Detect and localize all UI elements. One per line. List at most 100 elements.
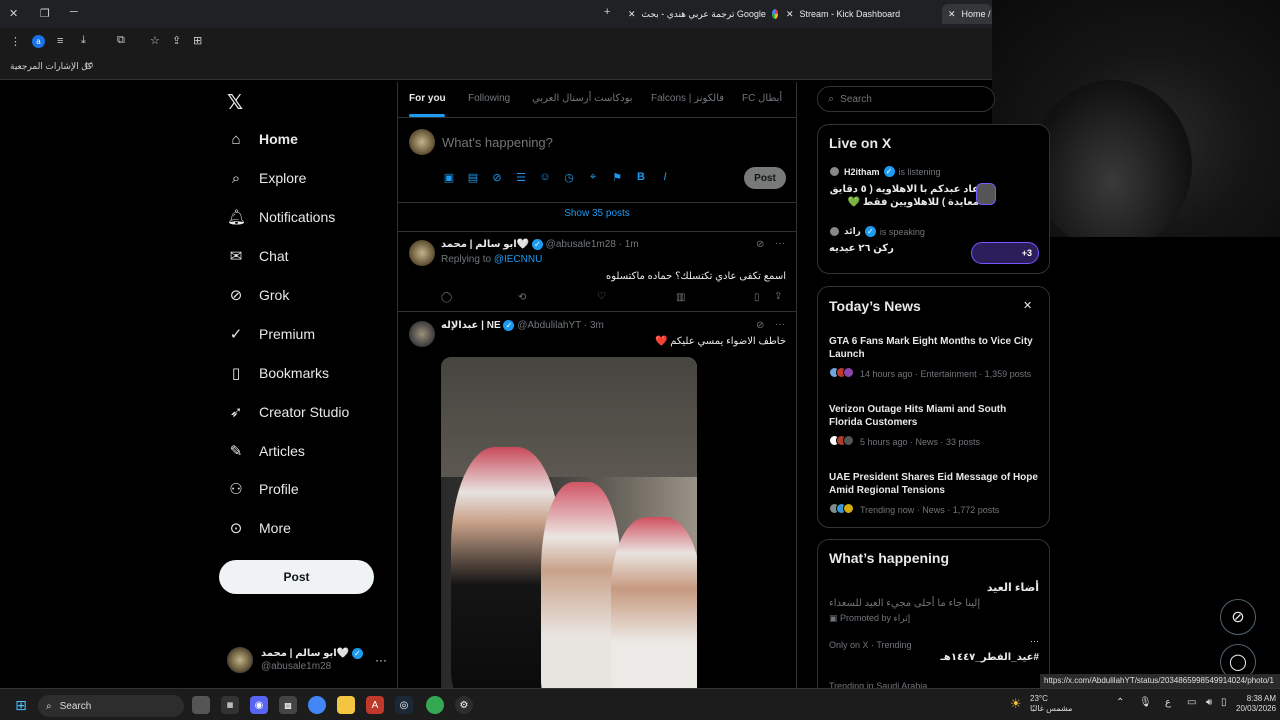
- tweet-time[interactable]: · 1m: [619, 239, 639, 250]
- weather-icon[interactable]: ☀: [1010, 696, 1022, 712]
- account-menu-icon[interactable]: ···: [375, 653, 387, 667]
- acrobat-icon[interactable]: A: [366, 696, 384, 714]
- views-icon[interactable]: ▥: [676, 292, 685, 303]
- retweet-icon[interactable]: ⟲: [518, 292, 526, 303]
- nav-profile[interactable]: ⚇ Profile: [227, 477, 298, 501]
- language-indicator[interactable]: ع: [1165, 697, 1171, 708]
- nav-bookmarks[interactable]: ▯ Bookmarks: [227, 361, 329, 385]
- network-icon[interactable]: ▭: [1187, 697, 1196, 708]
- close-tab-icon[interactable]: ✕: [948, 9, 956, 20]
- close-icon[interactable]: ✕: [1023, 299, 1032, 312]
- more-options-icon[interactable]: ···: [775, 238, 785, 249]
- nav-premium[interactable]: ✓ Premium: [227, 322, 315, 346]
- like-icon[interactable]: ♡: [597, 291, 606, 302]
- taskbar-search[interactable]: ⌕ Search: [38, 695, 184, 717]
- news-headline[interactable]: GTA 6 Fans Mark Eight Months to Vice Cit…: [829, 335, 1039, 361]
- tweet[interactable]: ابو سالم | محمد🤍 ✓ @abusale1m28 · 1m ⊘ ·…: [398, 232, 796, 312]
- steam-icon[interactable]: ◎: [395, 696, 413, 714]
- search-box[interactable]: ⌕: [817, 86, 995, 112]
- minimize-window-icon[interactable]: ─: [70, 6, 78, 18]
- image-icon[interactable]: ▣: [442, 171, 456, 184]
- share-icon[interactable]: ⇪: [774, 291, 782, 302]
- bookmark-icon[interactable]: ▯: [754, 292, 760, 303]
- reply-icon[interactable]: ◯: [441, 292, 452, 303]
- gif-icon[interactable]: ▤: [466, 171, 480, 184]
- close-tab-icon[interactable]: ✕: [786, 9, 794, 20]
- space-speakers[interactable]: +3: [971, 242, 1039, 264]
- account-switcher[interactable]: ابو سالم | محمد🤍 ✓ @abusale1m28 ···: [227, 644, 387, 676]
- tab-falcons[interactable]: Falcons | فالكونز: [651, 93, 724, 104]
- tab-home-x[interactable]: ✕ Home / X: [942, 4, 992, 24]
- grok-icon[interactable]: ⊘: [756, 320, 764, 331]
- tweet[interactable]: عبدالإله | NE ✓ @AbdulilahYT · 3m ⊘ ··· …: [398, 313, 796, 688]
- chrome-icon[interactable]: [308, 696, 326, 714]
- compose-input[interactable]: [442, 135, 742, 150]
- microphone-icon[interactable]: 🎙︎: [1139, 697, 1152, 708]
- tab-following[interactable]: Following: [468, 93, 510, 104]
- share-icon[interactable]: ⇪: [172, 34, 181, 47]
- space-avatar[interactable]: [976, 183, 996, 205]
- tweet-photo[interactable]: [441, 357, 697, 688]
- star-icon[interactable]: ☆: [150, 34, 160, 47]
- post-button[interactable]: Post: [219, 560, 374, 594]
- nav-articles[interactable]: ✎ Articles: [227, 439, 305, 463]
- grok-icon[interactable]: ⊘: [756, 239, 764, 250]
- space-title[interactable]: عاد عبدكم با الاهلاويه ( ٥ دقايق معايدة …: [829, 183, 979, 209]
- emoji-icon[interactable]: ☺: [538, 171, 552, 183]
- avatar[interactable]: [409, 240, 435, 266]
- flag-icon[interactable]: ⚑: [610, 171, 624, 184]
- poll-icon[interactable]: ☰: [514, 171, 528, 184]
- profile-avatar[interactable]: a: [32, 35, 45, 48]
- extensions-icon[interactable]: ⧉: [117, 34, 125, 47]
- new-tab-icon[interactable]: +: [604, 6, 610, 18]
- space-title[interactable]: ركن ٢٦ عيديه: [829, 243, 894, 254]
- space-host[interactable]: رائد ✓ is speaking: [829, 226, 925, 237]
- x-logo-icon[interactable]: 𝕏: [227, 90, 243, 115]
- chrome-active-icon[interactable]: [426, 696, 444, 714]
- nav-home[interactable]: ⌂ Home: [227, 127, 297, 151]
- nav-more[interactable]: ⊙ More: [227, 516, 291, 540]
- menu-dots-icon[interactable]: ⋮: [10, 35, 21, 48]
- nav-grok[interactable]: ⊘ Grok: [227, 283, 290, 307]
- nav-explore[interactable]: ⌕ Explore: [227, 166, 307, 190]
- weather-widget[interactable]: 23°C مشمس غالبًا: [1030, 694, 1072, 714]
- all-bookmarks-label[interactable]: كل الإشارات المرجعية: [10, 61, 92, 72]
- nav-chat[interactable]: ✉ Chat: [227, 244, 289, 268]
- tweet-author-handle[interactable]: @abusale1m28: [546, 239, 616, 250]
- promo-text[interactable]: إلينا جاء ما أحلى مجيء العيد للسعداء: [829, 598, 980, 609]
- space-host[interactable]: H2itham ✓ is listening: [829, 166, 941, 177]
- tab-fc-champions[interactable]: FC أبطال: [742, 93, 782, 104]
- tweet-time[interactable]: · 3m: [584, 320, 604, 331]
- tab-arsenal-podcast[interactable]: بودكاست أرسنال العربي: [532, 93, 633, 104]
- show-new-posts[interactable]: Show 35 posts: [398, 204, 796, 232]
- trend-menu-icon[interactable]: ···: [1030, 636, 1039, 646]
- download-icon[interactable]: ⤓: [81, 34, 86, 47]
- tweet-author-name[interactable]: عبدالإله | NE: [441, 320, 501, 331]
- promo-title[interactable]: أضاء العيد: [987, 581, 1039, 594]
- close-tab-icon[interactable]: ✕: [628, 9, 636, 20]
- location-icon[interactable]: ⌖: [586, 171, 600, 184]
- news-headline[interactable]: Verizon Outage Hits Miami and South Flor…: [829, 403, 1039, 429]
- chevron-up-icon[interactable]: ⌃: [1116, 697, 1124, 708]
- bold-icon[interactable]: B: [634, 171, 648, 183]
- tab-for-you[interactable]: For you: [409, 93, 446, 104]
- app-icon[interactable]: ⚙: [455, 696, 473, 714]
- app-icon[interactable]: ▩: [279, 696, 297, 714]
- discord-icon[interactable]: ◉: [250, 696, 268, 714]
- reply-to-handle[interactable]: @IECNNU: [494, 254, 543, 265]
- more-options-icon[interactable]: ···: [775, 319, 785, 330]
- composer-post-button[interactable]: Post: [744, 167, 786, 189]
- translate-icon[interactable]: ⊞: [193, 34, 202, 47]
- grok-fab[interactable]: ⊘: [1220, 599, 1256, 635]
- restore-window-icon[interactable]: ❐: [40, 7, 50, 20]
- battery-icon[interactable]: ▯: [1221, 697, 1227, 708]
- avatar[interactable]: [409, 321, 435, 347]
- clock[interactable]: 8:38 AM 20/03/2026: [1236, 694, 1276, 714]
- reading-list-icon[interactable]: ≡: [57, 35, 63, 47]
- news-headline[interactable]: UAE President Shares Eid Message of Hope…: [829, 471, 1039, 497]
- volume-icon[interactable]: 🔊︎: [1206, 697, 1212, 708]
- file-explorer-icon[interactable]: [337, 696, 355, 714]
- italic-icon[interactable]: I: [658, 171, 672, 183]
- windows-start-icon[interactable]: ⊞: [12, 696, 30, 714]
- tab-google-translate[interactable]: ✕ ترجمة عربي هندي - بحث Google: [628, 4, 778, 24]
